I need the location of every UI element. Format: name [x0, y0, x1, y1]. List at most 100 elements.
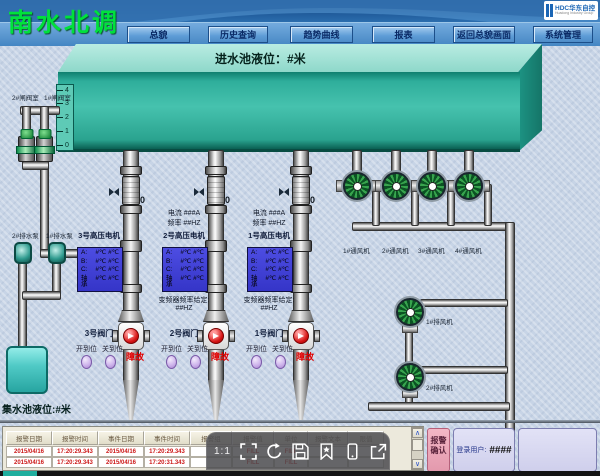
- pipe-flange: [205, 284, 227, 293]
- alarm-cell: 17:20:31.343: [144, 457, 190, 468]
- motor-body: [292, 176, 310, 205]
- valve-label: 2号阀门: [166, 328, 202, 339]
- taskbar-strip: [0, 471, 600, 476]
- roof-fan-label: 1#通风机: [343, 245, 370, 255]
- roof-fan-icon[interactable]: [455, 172, 483, 200]
- motor-frequency: 频率 ##HZ: [245, 218, 293, 228]
- valve-wing: [314, 330, 320, 342]
- alarm-table-scrollbar[interactable]: ∧ ∨: [411, 427, 424, 470]
- valve-wing: [144, 330, 150, 342]
- exhaust-fan-2-label: 2#排风机: [426, 382, 453, 392]
- open-indicator-light: [166, 355, 177, 369]
- closed-limit-label: 关到位: [272, 344, 293, 354]
- motor-label: 2号高压电机: [160, 230, 208, 241]
- logo-subtitle: Huadong Industry Group: [555, 12, 595, 16]
- bookmark-icon[interactable]: [318, 443, 335, 460]
- scada-screen: 南水北调 HDC华东自控 Huadong Industry Group 总貌 历…: [0, 0, 600, 476]
- gate-valve-1[interactable]: [36, 136, 53, 162]
- gate-valve-2[interactable]: [18, 136, 35, 162]
- motor-current: 电流 ###A: [245, 208, 293, 218]
- pipe-flange: [290, 205, 312, 214]
- valve-direction-icon: [123, 328, 139, 344]
- intake-tank-level-label: 进水池液位：#米: [215, 50, 306, 67]
- ruler-mark: 1: [65, 128, 69, 135]
- viewer-overlay-toolbar: 1:1: [206, 432, 390, 470]
- pipe: [420, 299, 508, 307]
- fault-status-text: 故障: [295, 352, 313, 362]
- sump-level-label: 集水池液位:#米: [2, 401, 71, 416]
- exhaust-fan-1-icon[interactable]: [396, 298, 424, 326]
- vfd-setpoint-label: 变频器频率给定:: [158, 295, 210, 305]
- menu-button-trend[interactable]: 趋势曲线: [290, 26, 353, 43]
- drain-pump-2[interactable]: [14, 242, 32, 264]
- flow-readout: 0: [140, 195, 145, 205]
- fault-status-text: 故障: [210, 352, 228, 362]
- taskbar-chip: [3, 471, 37, 476]
- closed-indicator-light: [190, 355, 201, 369]
- sump-tank: [6, 346, 48, 394]
- pipe-flange: [205, 166, 227, 175]
- pump-skirt: [203, 310, 229, 322]
- scrollbar-thumb[interactable]: [412, 439, 423, 451]
- pipe: [18, 260, 27, 350]
- pipe: [22, 291, 61, 300]
- gate-valve-2-label: 2#闸阀室: [12, 92, 39, 102]
- alarm-ack-button[interactable]: 报警确认: [427, 428, 450, 472]
- one-to-one-zoom-button[interactable]: 1:1: [214, 446, 231, 457]
- pump-skirt: [118, 310, 144, 322]
- ruler-mark: 2: [65, 114, 69, 121]
- roof-fan-icon[interactable]: [418, 172, 446, 200]
- motor-temp-panel: A:#℃#℃ B:#℃#℃ C:#℃#℃ 轴承#℃#℃: [77, 247, 123, 292]
- open-limit-label: 开到位: [161, 344, 182, 354]
- drain-pump-1-label: 1#排水泵: [46, 230, 73, 240]
- menu-button-report[interactable]: 报表: [372, 26, 435, 43]
- scroll-down-button[interactable]: ∨: [412, 459, 423, 469]
- drain-pump-2-label: 2#排水泵: [12, 230, 39, 240]
- drain-pump-1[interactable]: [48, 242, 66, 264]
- save-icon[interactable]: [292, 443, 309, 460]
- menu-button-return-overview[interactable]: 返回总貌画面: [453, 26, 515, 43]
- closed-limit-label: 关到位: [102, 344, 123, 354]
- pump-nozzle: [293, 380, 309, 422]
- closed-indicator-light: [105, 355, 116, 369]
- gate-valve-symbol-icon: [108, 187, 120, 197]
- app-title: 南水北调: [8, 3, 120, 39]
- pipe-flange: [205, 205, 227, 214]
- exhaust-fan-1-label: 1#排风机: [426, 316, 453, 326]
- alarm-cell: 17:20:29.343: [52, 446, 98, 457]
- valve-wing: [229, 330, 235, 342]
- open-indicator-light: [251, 355, 262, 369]
- flow-readout: 0: [225, 195, 230, 205]
- roof-fan-icon[interactable]: [382, 172, 410, 200]
- pipe-flange: [290, 166, 312, 175]
- open-limit-label: 开到位: [76, 344, 97, 354]
- logo-mark-icon: [546, 4, 553, 17]
- fit-screen-icon[interactable]: [240, 443, 257, 460]
- login-user-box[interactable]: 登录用户: ####: [453, 428, 515, 472]
- pipe: [420, 366, 508, 374]
- open-indicator-light: [81, 355, 92, 369]
- mobile-device-icon[interactable]: [344, 443, 361, 460]
- rotate-icon[interactable]: [266, 443, 283, 460]
- scroll-up-button[interactable]: ∧: [412, 428, 423, 438]
- roof-fan-label: 2#通风机: [382, 245, 409, 255]
- share-icon[interactable]: [370, 443, 387, 460]
- spare-panel-box: [518, 428, 597, 472]
- alarm-cell: 2015/04/16: [6, 446, 52, 457]
- motor-temp-panel: A:#℃#℃ B:#℃#℃ C:#℃#℃ 轴承#℃#℃: [247, 247, 293, 292]
- pipe: [22, 161, 49, 170]
- menu-button-overview[interactable]: 总貌: [127, 26, 190, 43]
- gate-valve-symbol-icon: [193, 187, 205, 197]
- alarm-cell: 2015/04/16: [98, 457, 144, 468]
- pipe-coupling: [120, 240, 142, 252]
- menu-button-system[interactable]: 系统管理: [533, 26, 593, 43]
- motor-current: 电流 ###A: [160, 208, 208, 218]
- roof-fan-icon[interactable]: [343, 172, 371, 200]
- pipe-flange: [120, 205, 142, 214]
- menu-button-history[interactable]: 历史查询: [208, 26, 268, 43]
- login-user-value: ####: [489, 445, 511, 456]
- company-logo: HDC华东自控 Huadong Industry Group: [544, 1, 598, 20]
- valve-label: 3号阀门: [81, 328, 117, 339]
- exhaust-fan-2-icon[interactable]: [396, 363, 424, 391]
- bottom-separator: [0, 420, 600, 423]
